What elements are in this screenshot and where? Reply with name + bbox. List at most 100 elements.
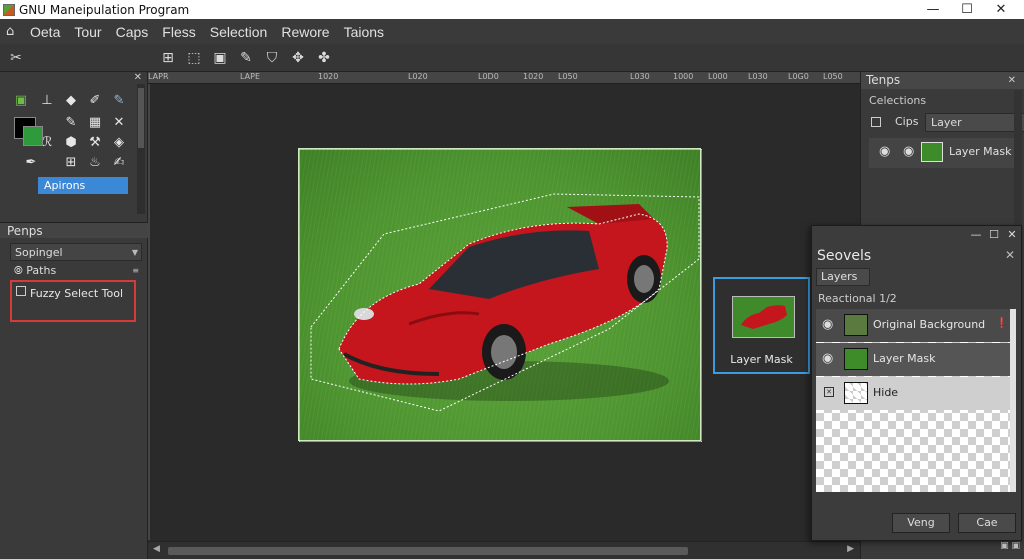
layer-thumbnail (844, 382, 868, 404)
eye-icon[interactable]: ◉ (822, 317, 833, 332)
ruler-tick: 1020 (318, 72, 339, 81)
scrollbar-thumb[interactable] (138, 88, 144, 148)
right-panel-title: Tenps (861, 72, 1024, 89)
rect-icon[interactable]: ▦ (86, 114, 104, 132)
menu-oeta[interactable]: Oeta (30, 24, 60, 40)
layers-scrollbar[interactable] (1010, 309, 1016, 492)
tool-options-item[interactable]: Apirons (38, 177, 128, 194)
info-icon[interactable]: ❗ (996, 318, 1008, 329)
clone-icon[interactable]: ◈ (110, 134, 128, 152)
paint-icon[interactable]: ✒ (22, 154, 40, 172)
ruler-tick: L0G0 (788, 72, 809, 81)
layer-row[interactable]: ◉ Original Background ❗ (816, 309, 1016, 342)
ruler-tick: L050 (558, 72, 578, 81)
eye-icon[interactable]: ◉ (822, 351, 833, 366)
menu-caps[interactable]: Caps (116, 24, 149, 40)
maximize-button[interactable]: ☐ (950, 0, 984, 19)
heal-icon[interactable]: ⚒ (86, 134, 104, 152)
transform-icon[interactable]: ✥ (288, 48, 308, 68)
pencil-icon[interactable]: ✎ (236, 48, 256, 68)
ok-button[interactable]: Veng (892, 513, 950, 533)
layer-row[interactable]: ◉ ◉ Layer Mask (869, 138, 1021, 168)
layer-dropdown[interactable]: Layer ⌄ (925, 113, 1024, 132)
layers-list: ◉ Original Background ❗ ◉ Layer Mask ✕ H… (816, 309, 1016, 492)
layer-name: Hide (873, 386, 899, 399)
close-button[interactable]: ✕ (984, 0, 1018, 19)
shape-icon[interactable]: ⬢ (62, 134, 80, 152)
close-icon[interactable]: ✕ (1003, 226, 1021, 244)
image-icon[interactable]: ▣ (12, 92, 30, 110)
maximize-icon[interactable]: ☐ (985, 226, 1003, 244)
scroll-right-icon[interactable]: ▶ (847, 544, 854, 554)
crop-icon[interactable]: ▣ (210, 48, 230, 68)
hide-checkbox[interactable]: ✕ (824, 387, 834, 397)
home-icon[interactable]: ⌂ (6, 24, 24, 39)
image-layer[interactable] (298, 148, 703, 443)
layer-mask-thumbnail[interactable]: Layer Mask (713, 277, 810, 374)
tab-layers[interactable]: Layers (816, 268, 870, 286)
cross-icon[interactable]: ✕ (110, 114, 128, 132)
stamp-icon[interactable]: ⛉ (262, 48, 282, 68)
ruler-tick: LAPE (240, 72, 260, 81)
eye-icon[interactable]: ◉ (903, 144, 914, 159)
status-icons: ▣ ▣ (1000, 541, 1020, 551)
paths-icon: ⦾ (14, 264, 27, 277)
fire-icon[interactable]: ♨ (86, 154, 104, 172)
window-controls: — ☐ ✕ (916, 0, 1018, 19)
ruler-tick: L020 (408, 72, 428, 81)
close-icon[interactable]: ✕ (1005, 248, 1015, 262)
rect-select-icon[interactable]: ⬚ (184, 48, 204, 68)
paths-label: Paths (26, 264, 57, 277)
ruler-tick: LAPR (148, 72, 169, 81)
cancel-button[interactable]: Cae (958, 513, 1016, 533)
pen-icon[interactable]: ✎ (62, 114, 80, 132)
layers-dialog: — ☐ ✕ Seovels ✕ Layers Reactional 1/2 ◉ … (811, 225, 1022, 541)
wand-icon[interactable]: ✂ (6, 48, 26, 68)
menu-tour[interactable]: Tour (74, 24, 101, 40)
ruler-tick: L030 (630, 72, 650, 81)
scrollbar-thumb[interactable] (168, 547, 688, 555)
brush-icon[interactable]: ✐ (86, 92, 104, 110)
close-icon[interactable]: ✕ (1008, 72, 1016, 89)
filter-icon[interactable]: ✤ (314, 48, 334, 68)
layer-name: Layer Mask (873, 352, 936, 365)
layer-thumbnail (844, 348, 868, 370)
toolbox-scrollbar[interactable] (137, 84, 145, 214)
layer-row[interactable]: ✕ Hide (816, 377, 1016, 410)
menu-fless[interactable]: Fless (162, 24, 195, 40)
fuzzy-select-icon (16, 286, 26, 296)
ruler-tick: L0D0 (478, 72, 499, 81)
menu-bar: ⌂ Oeta Tour Caps Fless Selection Rewore … (0, 19, 1024, 44)
grid-tool-icon[interactable]: ⊞ (62, 154, 80, 172)
toolbar: ✂ ⊞ ⬚ ▣ ✎ ⛉ ✥ ✤ (0, 44, 1024, 72)
menu-selection[interactable]: Selection (210, 24, 268, 40)
dropper-icon[interactable]: ✎ (110, 92, 128, 110)
scroll-left-icon[interactable]: ◀ (153, 544, 160, 554)
fuzzy-select-tool-item[interactable]: Fuzzy Select Tool (10, 280, 136, 322)
eye-icon[interactable]: ◉ (879, 144, 890, 159)
menu-taions[interactable]: Taions (344, 24, 384, 40)
eraser-icon[interactable]: ◆ (62, 92, 80, 110)
smudge-icon[interactable]: ✍ (110, 154, 128, 172)
dropdown-value: Layer (931, 116, 962, 129)
menu-rewore[interactable]: Rewore (281, 24, 329, 40)
horizontal-scrollbar[interactable]: ◀ ▶ (148, 541, 860, 559)
toolbox-panel: ✕ ▣ ⊥ ◆ ✐ ✎ ✎ ▦ ✕ ℛ ⬢ ⚒ ◈ ✒ ⊞ ♨ ✍ Apiron… (0, 72, 148, 559)
title-bar: GNU Maneipulation Program — ☐ ✕ (0, 0, 1024, 19)
move-icon[interactable]: ⊥ (38, 92, 56, 110)
brush-dropdown[interactable]: Sopingel ▼ (10, 243, 142, 261)
caps-label: Cips (895, 115, 919, 128)
minimize-button[interactable]: — (916, 0, 950, 19)
close-icon[interactable]: ✕ (134, 72, 142, 83)
grid-icon[interactable]: ⊞ (158, 48, 178, 68)
minimize-icon[interactable]: — (967, 226, 985, 244)
background-color-swatch[interactable] (23, 126, 43, 146)
ruler-tick: 1020 (523, 72, 544, 81)
selection-icon (871, 117, 881, 127)
layer-row[interactable]: ◉ Layer Mask (816, 343, 1016, 376)
car-image (298, 148, 703, 443)
layer-name: Original Background (873, 318, 986, 331)
paths-item[interactable]: ⦾ Paths ≡ (10, 262, 142, 280)
car-thumbnail (741, 305, 787, 329)
app-icon (3, 3, 15, 16)
